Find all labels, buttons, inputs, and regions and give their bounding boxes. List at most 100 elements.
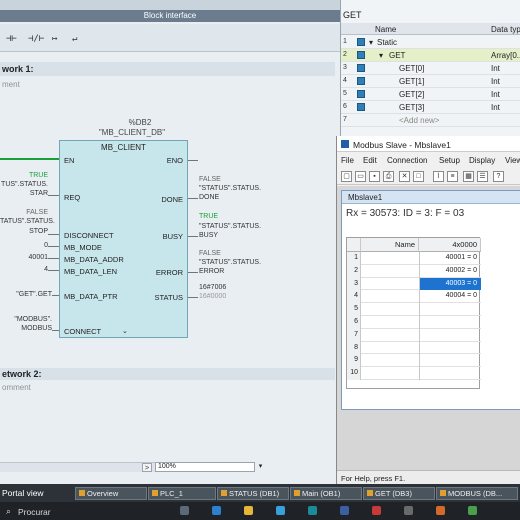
window-icon[interactable]: □	[413, 171, 424, 182]
busy-tag-1[interactable]: "STATUS".STATUS.	[199, 223, 261, 231]
app-icon-2[interactable]	[404, 506, 413, 515]
menu-file[interactable]: File	[341, 156, 354, 165]
disconnect-tag-1[interactable]: TATUS".STATUS.	[0, 218, 55, 226]
mb-ptr-value[interactable]: "GET".GET	[0, 291, 52, 299]
error-tag-2[interactable]: ERROR	[199, 268, 224, 276]
interface-row[interactable]: 2 ▾ GET Array[0..	[341, 49, 520, 62]
grid-row[interactable]: 9	[347, 354, 481, 368]
grid-icon[interactable]: ▦	[463, 171, 474, 182]
column-data-type[interactable]: Data typ	[491, 25, 520, 34]
menu-setup[interactable]: Setup	[439, 156, 460, 165]
grid-cell[interactable]	[419, 367, 481, 380]
grid-row[interactable]: 1 40001 = 0	[347, 252, 481, 265]
interface-row[interactable]: 1 ▾ Static	[341, 36, 520, 49]
grid-cell[interactable]	[419, 341, 481, 355]
block-interface-bar[interactable]: Block interface	[0, 10, 340, 22]
mb-len-value[interactable]: 4	[0, 266, 48, 274]
mb-mode-value[interactable]: 0	[0, 242, 48, 250]
grid-cell[interactable]: 40001 = 0	[419, 252, 481, 265]
grid-row[interactable]: 10	[347, 367, 481, 380]
portal-view-button[interactable]: Portal view	[2, 488, 44, 498]
grid-cell[interactable]	[419, 316, 481, 329]
interface-row[interactable]: 6 GET[3] Int	[341, 101, 520, 114]
expand-icon[interactable]: ▾	[379, 51, 383, 60]
grid-row[interactable]: 3 40003 = 0	[347, 277, 481, 291]
tab-plc[interactable]: PLC_1	[148, 487, 216, 500]
search-icon[interactable]: ⌕	[6, 506, 11, 517]
expand-icon[interactable]: ▾	[369, 38, 373, 47]
search-box[interactable]: Procurar	[18, 507, 51, 517]
interface-row[interactable]: 7 <Add new>	[341, 114, 520, 127]
branch-close-icon[interactable]: ↵	[72, 34, 77, 44]
edge-icon[interactable]	[212, 506, 221, 515]
network-1-title[interactable]: work 1:	[0, 62, 335, 76]
connect-tag-1[interactable]: "MODBUS".	[0, 316, 52, 324]
network-2-title[interactable]: etwork 2:	[0, 368, 335, 380]
network-2-comment[interactable]: omment	[2, 383, 31, 392]
child-title-bar[interactable]: Mbslave1	[342, 191, 520, 204]
busy-tag-2[interactable]: BUSY	[199, 232, 218, 240]
req-tag-1[interactable]: TUS".STATUS.	[0, 181, 48, 189]
scroll-right-icon[interactable]: >	[142, 463, 152, 472]
app-icon[interactable]	[372, 506, 381, 515]
tab-overview[interactable]: Overview	[75, 487, 147, 500]
grid-column-address[interactable]: 4x0000	[419, 238, 481, 252]
app-icon-4[interactable]	[468, 506, 477, 515]
grid-row[interactable]: 2 40002 = 0	[347, 264, 481, 278]
interface-row[interactable]: 5 GET[2] Int	[341, 88, 520, 101]
task-view-icon[interactable]	[180, 506, 189, 515]
tab-get-db[interactable]: GET (DB3)	[363, 487, 435, 500]
zoom-select[interactable]: 100%	[155, 462, 255, 472]
new-icon[interactable]: ▢	[341, 171, 352, 182]
connect-tag-2[interactable]: MODBUS	[0, 325, 52, 333]
add-new-row[interactable]: <Add new>	[399, 116, 439, 125]
tab-modbus-db[interactable]: MODBUS (DB...	[436, 487, 518, 500]
mb-client-block[interactable]: MB_CLIENT EN REQ DISCONNECT MB_MODE MB_D…	[59, 140, 188, 338]
expand-chevron-icon[interactable]: ⌄	[122, 327, 128, 335]
grid-row[interactable]: 4 40004 = 0	[347, 290, 481, 304]
list-icon[interactable]: ☰	[477, 171, 488, 182]
error-tag-1[interactable]: "STATUS".STATUS.	[199, 259, 261, 267]
print-icon[interactable]: ⎙	[383, 171, 394, 182]
grid-cell[interactable]	[419, 328, 481, 342]
req-tag-2[interactable]: STAR	[0, 190, 48, 198]
help-icon[interactable]: ?	[493, 171, 504, 182]
chart-icon[interactable]: ⌇	[433, 171, 444, 182]
grid-cell[interactable]	[419, 303, 481, 316]
instance-db-name[interactable]: "MB_CLIENT_DB"	[82, 128, 182, 137]
coil-icon[interactable]: ↦	[52, 34, 57, 44]
grid-cell-selected[interactable]: 40003 = 0	[419, 277, 481, 291]
disconnect-tag-2[interactable]: STOP	[0, 228, 48, 236]
menu-edit[interactable]: Edit	[363, 156, 377, 165]
interface-row[interactable]: 3 GET[0] Int	[341, 62, 520, 75]
horizontal-scrollbar[interactable]	[0, 462, 155, 472]
grid-column-name[interactable]: Name	[361, 238, 419, 252]
grid-cell[interactable]: 40002 = 0	[419, 264, 481, 278]
menu-display[interactable]: Display	[469, 156, 495, 165]
tab-status-db[interactable]: STATUS (DB1)	[217, 487, 289, 500]
contact-no-icon[interactable]: ⊣⊢	[6, 34, 17, 44]
menu-view[interactable]: View	[505, 156, 520, 165]
mb-addr-value[interactable]: 40001	[0, 254, 48, 262]
grid-cell[interactable]: 40004 = 0	[419, 290, 481, 304]
zoom-dropdown-icon[interactable]: ▾	[256, 462, 265, 472]
title-bar[interactable]: Modbus Slave - Mbslave1	[337, 136, 520, 152]
tab-main-ob[interactable]: Main (OB1)	[290, 487, 362, 500]
store-icon[interactable]	[276, 506, 285, 515]
delete-icon[interactable]: ✕	[399, 171, 410, 182]
column-name[interactable]: Name	[375, 25, 396, 34]
network-1-comment[interactable]: ment	[2, 80, 20, 89]
slave-child-window[interactable]: Mbslave1 Rx = 30573: ID = 3: F = 03 Name…	[341, 190, 520, 410]
grid-cell[interactable]	[419, 354, 481, 368]
file-explorer-icon[interactable]	[244, 506, 253, 515]
modbus-slave-icon[interactable]	[340, 506, 349, 515]
contact-nc-icon[interactable]: ⊣/⊢	[28, 34, 44, 44]
interface-row[interactable]: 4 GET[1] Int	[341, 75, 520, 88]
tia-portal-icon[interactable]	[308, 506, 317, 515]
open-icon[interactable]: ▭	[355, 171, 366, 182]
grid-row[interactable]: 5	[347, 303, 481, 316]
grid-row[interactable]: 7	[347, 328, 481, 342]
menu-connection[interactable]: Connection	[387, 156, 427, 165]
done-tag-1[interactable]: "STATUS".STATUS.	[199, 185, 261, 193]
done-tag-2[interactable]: DONE	[199, 194, 219, 202]
